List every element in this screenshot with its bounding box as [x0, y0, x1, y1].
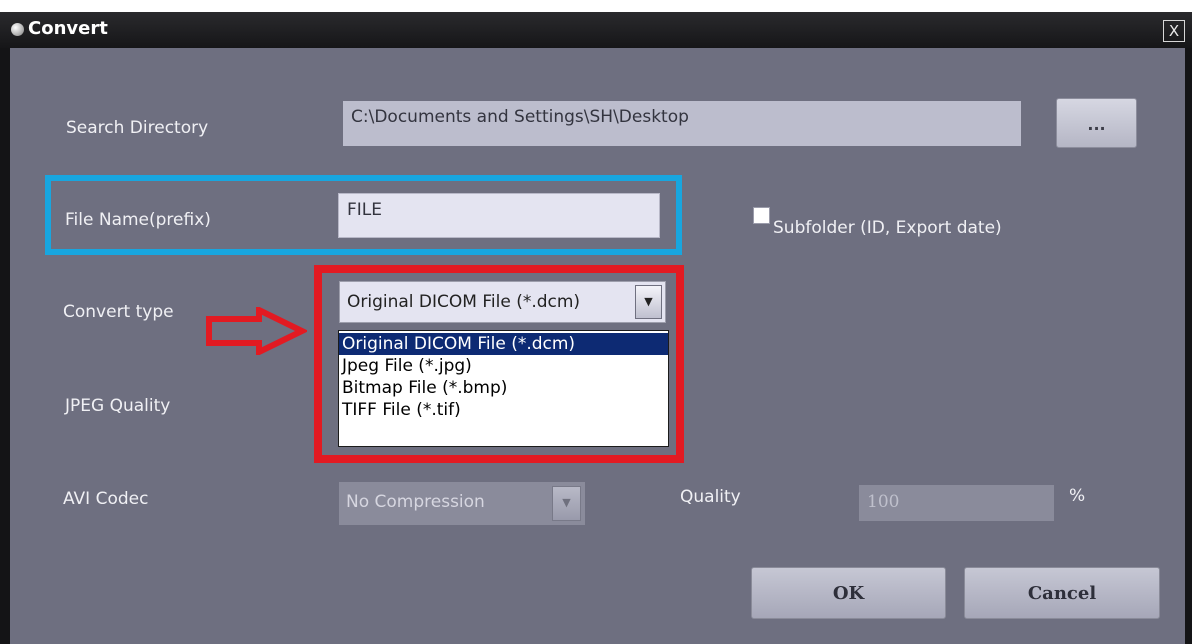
convert-type-label: Convert type [63, 302, 174, 322]
chevron-down-icon[interactable]: ▼ [552, 486, 581, 521]
avi-codec-select[interactable]: No Compression ▼ [339, 482, 585, 525]
quality-input[interactable]: 100 [859, 485, 1054, 521]
red-arrow-annotation [206, 307, 307, 355]
browse-button[interactable]: ... [1056, 98, 1137, 148]
subfolder-checkbox[interactable] [753, 207, 770, 224]
avi-codec-label: AVI Codec [63, 489, 149, 509]
highlight-box-convert-type [314, 265, 684, 463]
quality-label: Quality [680, 487, 741, 507]
window-left-border [0, 48, 10, 644]
ok-button[interactable]: OK [751, 567, 946, 619]
close-button[interactable]: X [1163, 20, 1185, 42]
search-directory-input[interactable]: C:\Documents and Settings\SH\Desktop [343, 101, 1021, 146]
window-right-border [1185, 48, 1192, 644]
app-icon [11, 23, 24, 36]
avi-codec-selected: No Compression [346, 492, 485, 512]
cancel-button[interactable]: Cancel [964, 567, 1160, 619]
percent-label: % [1069, 486, 1086, 506]
jpeg-quality-label: JPEG Quality [65, 396, 171, 416]
title-bar[interactable]: Convert X [0, 12, 1192, 48]
highlight-box-file-name [45, 175, 682, 255]
window-title: Convert [28, 18, 108, 39]
subfolder-label: Subfolder (ID, Export date) [773, 218, 1002, 238]
search-directory-label: Search Directory [66, 118, 209, 138]
